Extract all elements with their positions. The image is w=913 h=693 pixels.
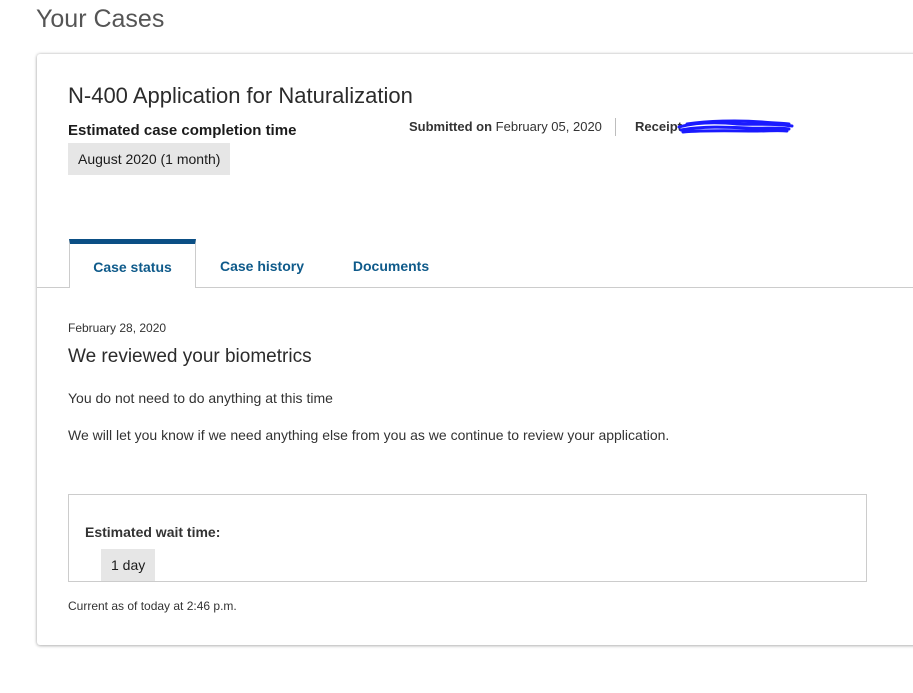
submitted-info: Submitted on February 05, 2020	[409, 119, 602, 134]
status-detail: We will let you know if we need anything…	[68, 427, 670, 443]
redaction-scribble	[677, 119, 794, 134]
tab-documents[interactable]: Documents	[337, 239, 445, 287]
status-date: February 28, 2020	[68, 321, 167, 335]
submitted-date: February 05, 2020	[495, 119, 602, 134]
submitted-label: Submitted on	[409, 119, 493, 134]
case-title: N-400 Application for Naturalization	[68, 83, 413, 108]
case-tabs: Case status Case history Documents	[37, 239, 913, 288]
case-card: N-400 Application for Naturalization Est…	[37, 54, 913, 645]
status-message: You do not need to do anything at this t…	[68, 390, 333, 406]
wait-time-panel: Estimated wait time: 1 day	[68, 494, 867, 582]
page-title: Your Cases	[36, 5, 165, 33]
meta-divider	[615, 118, 616, 136]
completion-time-label: Estimated case completion time	[68, 122, 297, 139]
wait-time-label: Estimated wait time:	[85, 524, 221, 540]
status-title: We reviewed your biometrics	[68, 346, 312, 367]
wait-time-badge: 1 day	[101, 549, 156, 581]
completion-time-badge: August 2020 (1 month)	[68, 143, 231, 175]
current-as-of: Current as of today at 2:46 p.m.	[68, 599, 237, 613]
tab-case-status[interactable]: Case status	[69, 239, 196, 288]
tab-case-history[interactable]: Case history	[205, 239, 319, 287]
receipt-label: Receipt	[635, 119, 682, 134]
